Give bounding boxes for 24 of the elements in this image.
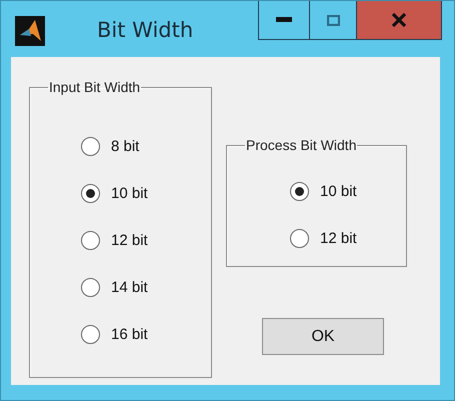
minimize-icon <box>276 17 292 23</box>
window-title: Bit Width <box>97 18 194 42</box>
maximize-icon <box>326 14 340 26</box>
radio-label[interactable]: 14 bit <box>111 279 148 296</box>
radio-button[interactable] <box>81 278 100 297</box>
radio-label[interactable]: 10 bit <box>320 183 357 200</box>
group-title: Process Bit Width <box>245 137 358 153</box>
radio-label[interactable]: 12 bit <box>111 232 148 249</box>
radio-label[interactable]: 10 bit <box>111 185 148 202</box>
radio-button[interactable] <box>290 229 309 248</box>
app-icon <box>15 16 45 46</box>
radio-button[interactable] <box>81 231 100 250</box>
radio-label[interactable]: 16 bit <box>111 326 148 343</box>
radio-label[interactable]: 8 bit <box>111 138 140 155</box>
radio-button[interactable] <box>81 325 100 344</box>
close-icon <box>391 13 407 27</box>
radio-button[interactable] <box>81 184 100 203</box>
close-button[interactable] <box>356 1 442 40</box>
radio-button[interactable] <box>81 137 100 156</box>
radio-label[interactable]: 12 bit <box>320 230 357 247</box>
radio-button[interactable] <box>290 182 309 201</box>
minimize-button[interactable] <box>258 1 310 40</box>
ok-button[interactable]: OK <box>262 318 384 355</box>
group-title: Input Bit Width <box>48 79 142 95</box>
